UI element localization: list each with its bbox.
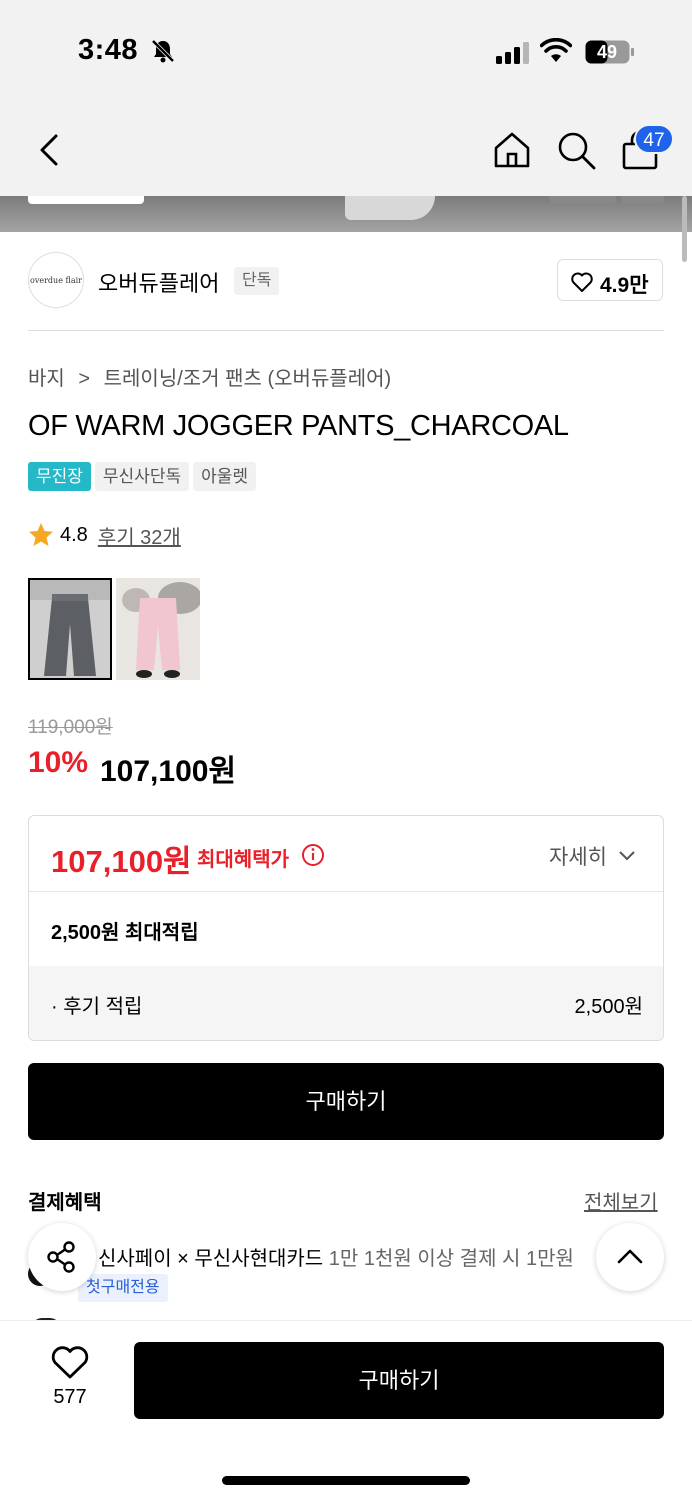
breadcrumb-subcategory[interactable]: 트레이닝/조거 팬츠 (오버듀플레어) [104, 362, 392, 391]
divider [28, 330, 664, 331]
home-indicator[interactable] [222, 1476, 470, 1485]
brand-like-button[interactable]: 4.9만 [557, 259, 663, 301]
back-arrow-icon[interactable] [32, 128, 68, 172]
sale-price: 107,100원 [100, 755, 237, 788]
rating-row: 4.8 후기 32개 [28, 519, 181, 551]
bottom-buy-button[interactable]: 구매하기 [134, 1342, 664, 1419]
tag-mujinjang: 무진장 [28, 462, 91, 491]
benefit-detail-toggle[interactable]: 자세히 [549, 841, 607, 871]
max-benefit-price: 107,100원 [51, 844, 192, 879]
chevron-down-icon[interactable] [617, 846, 637, 866]
brand-logo[interactable]: overdue flair [28, 252, 84, 308]
like-heart-icon[interactable] [50, 1344, 90, 1380]
product-tags: 무진장 무신사단독 아울렛 [28, 462, 257, 491]
review-points-value: 2,500원 [574, 996, 643, 1018]
share-button[interactable] [28, 1223, 96, 1291]
brand-name[interactable]: 오버듀플레어 [98, 266, 219, 298]
buy-button[interactable]: 구매하기 [28, 1063, 664, 1140]
payment-offer-desc: 1만 1천원 이상 결제 시 1만원 [323, 1248, 574, 1270]
review-points-row: · 후기 적립 2,500원 [29, 966, 663, 1040]
home-icon[interactable] [490, 128, 534, 172]
share-icon [47, 1241, 75, 1273]
wifi-icon [540, 38, 572, 62]
product-page: 3:48 49 47 overdue flair 오버듀플레어 단독 4.9만 … [0, 0, 692, 1500]
review-points-label: · 후기 적립 [51, 996, 143, 1018]
payment-view-all-link[interactable]: 전체보기 [584, 1186, 658, 1215]
review-link[interactable]: 후기 32개 [98, 521, 181, 550]
top-header: 3:48 49 47 [0, 0, 692, 196]
heart-icon [571, 272, 593, 292]
scroll-to-top-button[interactable] [596, 1223, 664, 1291]
cellular-signal-icon [496, 42, 529, 64]
rating-score: 4.8 [60, 523, 88, 546]
discount-rate: 10% [28, 746, 89, 779]
breadcrumb: 바지 > 트레이닝/조거 팬츠 (오버듀플레어) [28, 362, 391, 391]
battery-level: 49 [596, 42, 618, 62]
brand-like-count: 4.9만 [600, 274, 649, 297]
product-image-strip [0, 196, 692, 232]
first-purchase-tag: 첫구매전용 [78, 1274, 168, 1302]
product-title: OF WARM JOGGER PANTS_CHARCOAL [28, 410, 569, 442]
like-count: 577 [53, 1386, 87, 1408]
star-icon [29, 523, 53, 546]
color-thumbnail-charcoal[interactable] [28, 578, 112, 680]
max-benefit-row[interactable]: 107,100원 최대혜택가 자세히 [29, 816, 663, 892]
payment-offer-name: 신사페이 × 무신사현대카드 [98, 1248, 324, 1270]
tag-outlet: 아울렛 [193, 462, 257, 491]
search-icon[interactable] [554, 128, 598, 172]
status-time: 3:48 [78, 34, 139, 66]
original-price: 119,000원 [28, 717, 113, 738]
info-icon[interactable] [301, 843, 325, 867]
benefit-box: 107,100원 최대혜택가 자세히 2,500원 최대적립 · 후기 적립 2… [28, 815, 664, 1041]
max-points: 2,500원 최대적립 [51, 922, 199, 944]
bell-muted-icon [151, 39, 175, 63]
payment-benefits-title: 결제혜택 [28, 1192, 102, 1214]
charcoal-pants-image [30, 580, 110, 678]
breadcrumb-separator: > [78, 368, 91, 390]
scrollbar[interactable] [682, 196, 687, 262]
exclusive-tag: 단독 [234, 267, 280, 295]
pink-pants-image [116, 578, 200, 680]
breadcrumb-category[interactable]: 바지 [28, 362, 65, 391]
tag-musinsa-exclusive: 무신사단독 [94, 462, 190, 491]
payment-offer[interactable]: 신사페이 × 무신사현대카드 1만 1천원 이상 결제 시 1만원 [98, 1242, 600, 1271]
color-thumbnail-pink[interactable] [116, 578, 200, 680]
max-benefit-label: 최대혜택가 [197, 849, 289, 871]
cart-count-badge: 47 [634, 124, 674, 154]
chevron-up-icon [617, 1249, 643, 1264]
